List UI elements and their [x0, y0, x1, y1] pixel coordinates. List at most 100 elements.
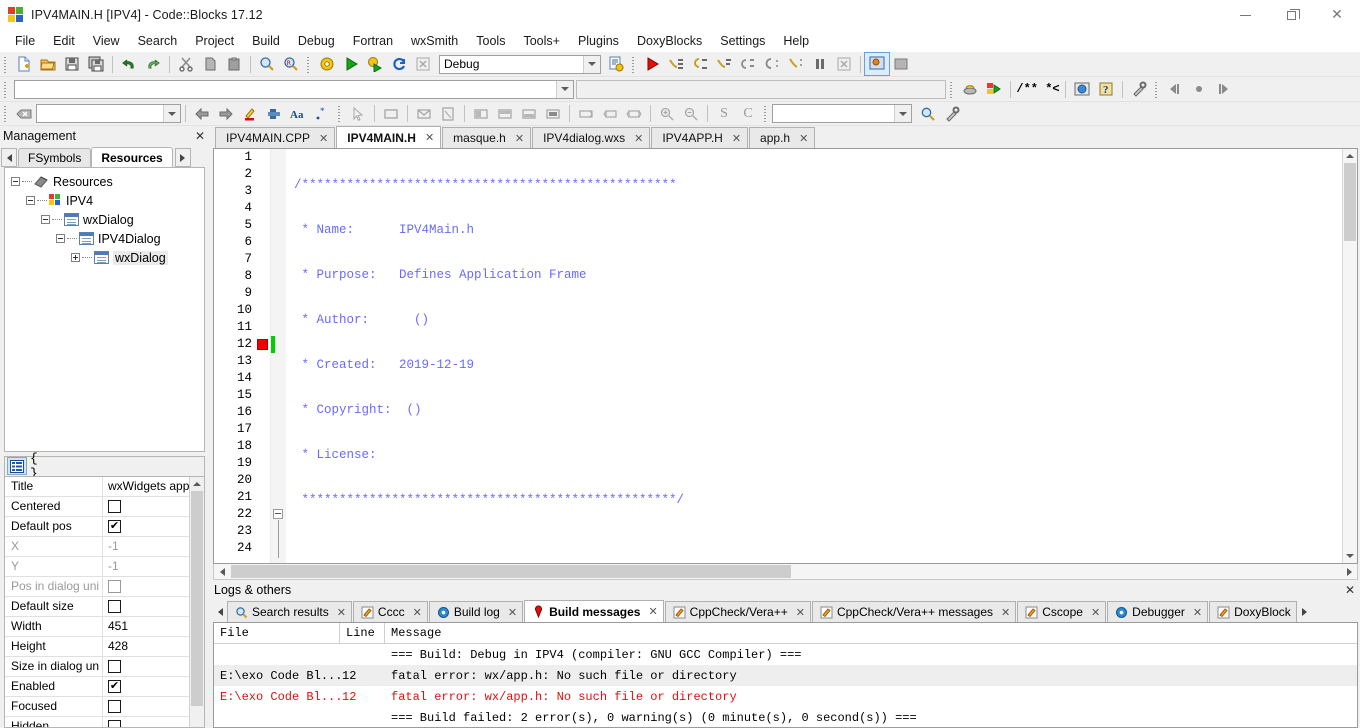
- toolbar-grip[interactable]: [948, 79, 955, 99]
- checkbox[interactable]: [108, 579, 121, 593]
- toolbar-grip[interactable]: [336, 104, 343, 123]
- scroll-up-button[interactable]: [190, 477, 204, 491]
- checkbox[interactable]: [108, 659, 121, 673]
- property-value[interactable]: [103, 597, 189, 616]
- menu-fortran[interactable]: Fortran: [344, 32, 402, 50]
- property-row[interactable]: Height 428: [5, 636, 190, 657]
- property-row[interactable]: Default pos ✔: [5, 516, 190, 537]
- maximize-button[interactable]: [1268, 0, 1314, 30]
- close-icon[interactable]: ✕: [732, 132, 741, 145]
- debugging-windows-button[interactable]: [864, 52, 890, 76]
- toolbar-grip[interactable]: [762, 104, 769, 123]
- run-doxyblocks-button[interactable]: [982, 78, 1006, 100]
- zoom-out-button[interactable]: [679, 103, 703, 125]
- close-icon[interactable]: ✕: [1091, 606, 1100, 619]
- toolbar-grip[interactable]: [1153, 79, 1160, 99]
- editor-tab-ipv4main-h[interactable]: IPV4MAIN.H ✕: [336, 126, 442, 148]
- expander-icon[interactable]: [41, 215, 50, 224]
- property-row[interactable]: Width 451: [5, 616, 190, 637]
- copy-button[interactable]: [198, 53, 222, 75]
- menu-tools[interactable]: Tools: [467, 32, 514, 50]
- logs-tab-doxyblock[interactable]: DoxyBlock: [1209, 601, 1297, 623]
- close-icon[interactable]: ✕: [648, 605, 657, 618]
- step-out-button[interactable]: [712, 53, 736, 75]
- various-info-button[interactable]: [889, 53, 913, 75]
- layout-bottom-button[interactable]: [517, 103, 541, 125]
- close-icon[interactable]: ✕: [796, 606, 805, 619]
- property-value[interactable]: [103, 697, 189, 716]
- property-value[interactable]: [103, 497, 189, 516]
- scope-select[interactable]: [14, 79, 574, 99]
- new-file-button[interactable]: [12, 53, 36, 75]
- checkbox[interactable]: [108, 499, 121, 513]
- highlight-button[interactable]: [238, 103, 262, 125]
- dialog-button[interactable]: [412, 103, 436, 125]
- layout-left-button[interactable]: [469, 103, 493, 125]
- editor-vertical-scrollbar[interactable]: [1342, 149, 1357, 563]
- column-header-file[interactable]: File: [214, 623, 340, 644]
- expander-icon[interactable]: [56, 234, 65, 243]
- property-value[interactable]: -1: [103, 557, 189, 576]
- logs-tab-cccc[interactable]: Cccc ✕: [352, 601, 428, 623]
- scroll-left-button[interactable]: [214, 565, 230, 579]
- table-row[interactable]: === Build failed: 2 error(s), 0 warning(…: [214, 707, 1357, 727]
- property-value[interactable]: [103, 717, 189, 727]
- tree-item-ipv4dialog[interactable]: IPV4Dialog: [5, 229, 204, 248]
- step-into-instruction-button[interactable]: [760, 53, 784, 75]
- doxygen-html-button[interactable]: [1070, 78, 1094, 100]
- property-value[interactable]: [103, 577, 189, 596]
- column-header-line[interactable]: Line: [340, 623, 385, 644]
- checkbox[interactable]: ✔: [108, 679, 121, 693]
- logs-tab-build-log[interactable]: Build log ✕: [428, 601, 524, 623]
- resources-tree[interactable]: Resources IPV4 wxDialog IPV4Dialog wxDia…: [4, 167, 205, 452]
- close-icon[interactable]: ✕: [1193, 606, 1202, 619]
- property-row[interactable]: Default size: [5, 596, 190, 617]
- tree-item-ipv4[interactable]: IPV4: [5, 191, 204, 210]
- clear-search-button[interactable]: [12, 103, 36, 125]
- build-button[interactable]: [315, 53, 339, 75]
- run-to-cursor-button[interactable]: [784, 53, 808, 75]
- property-list-button[interactable]: [7, 457, 27, 476]
- logs-tab-search-results[interactable]: Search results ✕: [227, 601, 352, 623]
- layout-fill-button[interactable]: [541, 103, 565, 125]
- breakpoint-gutter[interactable]: [256, 149, 270, 563]
- code-text[interactable]: /***************************************…: [286, 149, 1342, 563]
- next-line-button[interactable]: [664, 53, 688, 75]
- properties-scrollbar[interactable]: [189, 476, 204, 727]
- step-into-button[interactable]: [688, 53, 712, 75]
- tab-resources[interactable]: Resources: [91, 147, 173, 167]
- scrollbar-thumb[interactable]: [231, 565, 791, 578]
- menu-search[interactable]: Search: [129, 32, 187, 50]
- break-debugger-button[interactable]: [808, 53, 832, 75]
- stop-debugger-button[interactable]: [832, 53, 856, 75]
- paste-button[interactable]: [222, 53, 246, 75]
- editor-tab-ipv4main-cpp[interactable]: IPV4MAIN.CPP ✕: [215, 127, 336, 148]
- close-icon[interactable]: ✕: [195, 129, 205, 143]
- search-back-button[interactable]: [190, 103, 214, 125]
- expander-icon[interactable]: [71, 253, 80, 262]
- fold-toggle-icon[interactable]: [273, 509, 283, 519]
- find-button[interactable]: [255, 53, 279, 75]
- toolbar-grip[interactable]: [305, 54, 312, 74]
- jump-home-button[interactable]: [1187, 78, 1211, 100]
- insert-button[interactable]: [262, 103, 286, 125]
- properties-grid[interactable]: Title wxWidgets app Centered Default pos…: [4, 475, 205, 728]
- checkbox[interactable]: [108, 719, 121, 727]
- logs-tab-scroll-left-button[interactable]: [213, 601, 227, 622]
- scroll-right-button[interactable]: [1341, 565, 1357, 579]
- sizer-box-button[interactable]: [574, 103, 598, 125]
- property-value[interactable]: ✔: [103, 677, 189, 696]
- toolbar-grip[interactable]: [630, 54, 637, 74]
- property-row[interactable]: Pos in dialog uni: [5, 576, 190, 597]
- checkbox[interactable]: ✔: [108, 519, 121, 533]
- tree-item-resources[interactable]: Resources: [5, 172, 204, 191]
- zoom-in-button[interactable]: [655, 103, 679, 125]
- tree-item-wxdialog[interactable]: wxDialog: [5, 210, 204, 229]
- toolbar-grip[interactable]: [2, 79, 9, 99]
- toolbar-grip[interactable]: [2, 104, 9, 123]
- logs-tab-cppcheck-vera-messages[interactable]: CppCheck/Vera++ messages ✕: [811, 601, 1017, 623]
- close-button[interactable]: ✕: [1314, 0, 1360, 30]
- undo-button[interactable]: [117, 53, 141, 75]
- close-icon[interactable]: ✕: [337, 606, 346, 619]
- editor-tab-app-h[interactable]: app.h ✕: [749, 127, 816, 148]
